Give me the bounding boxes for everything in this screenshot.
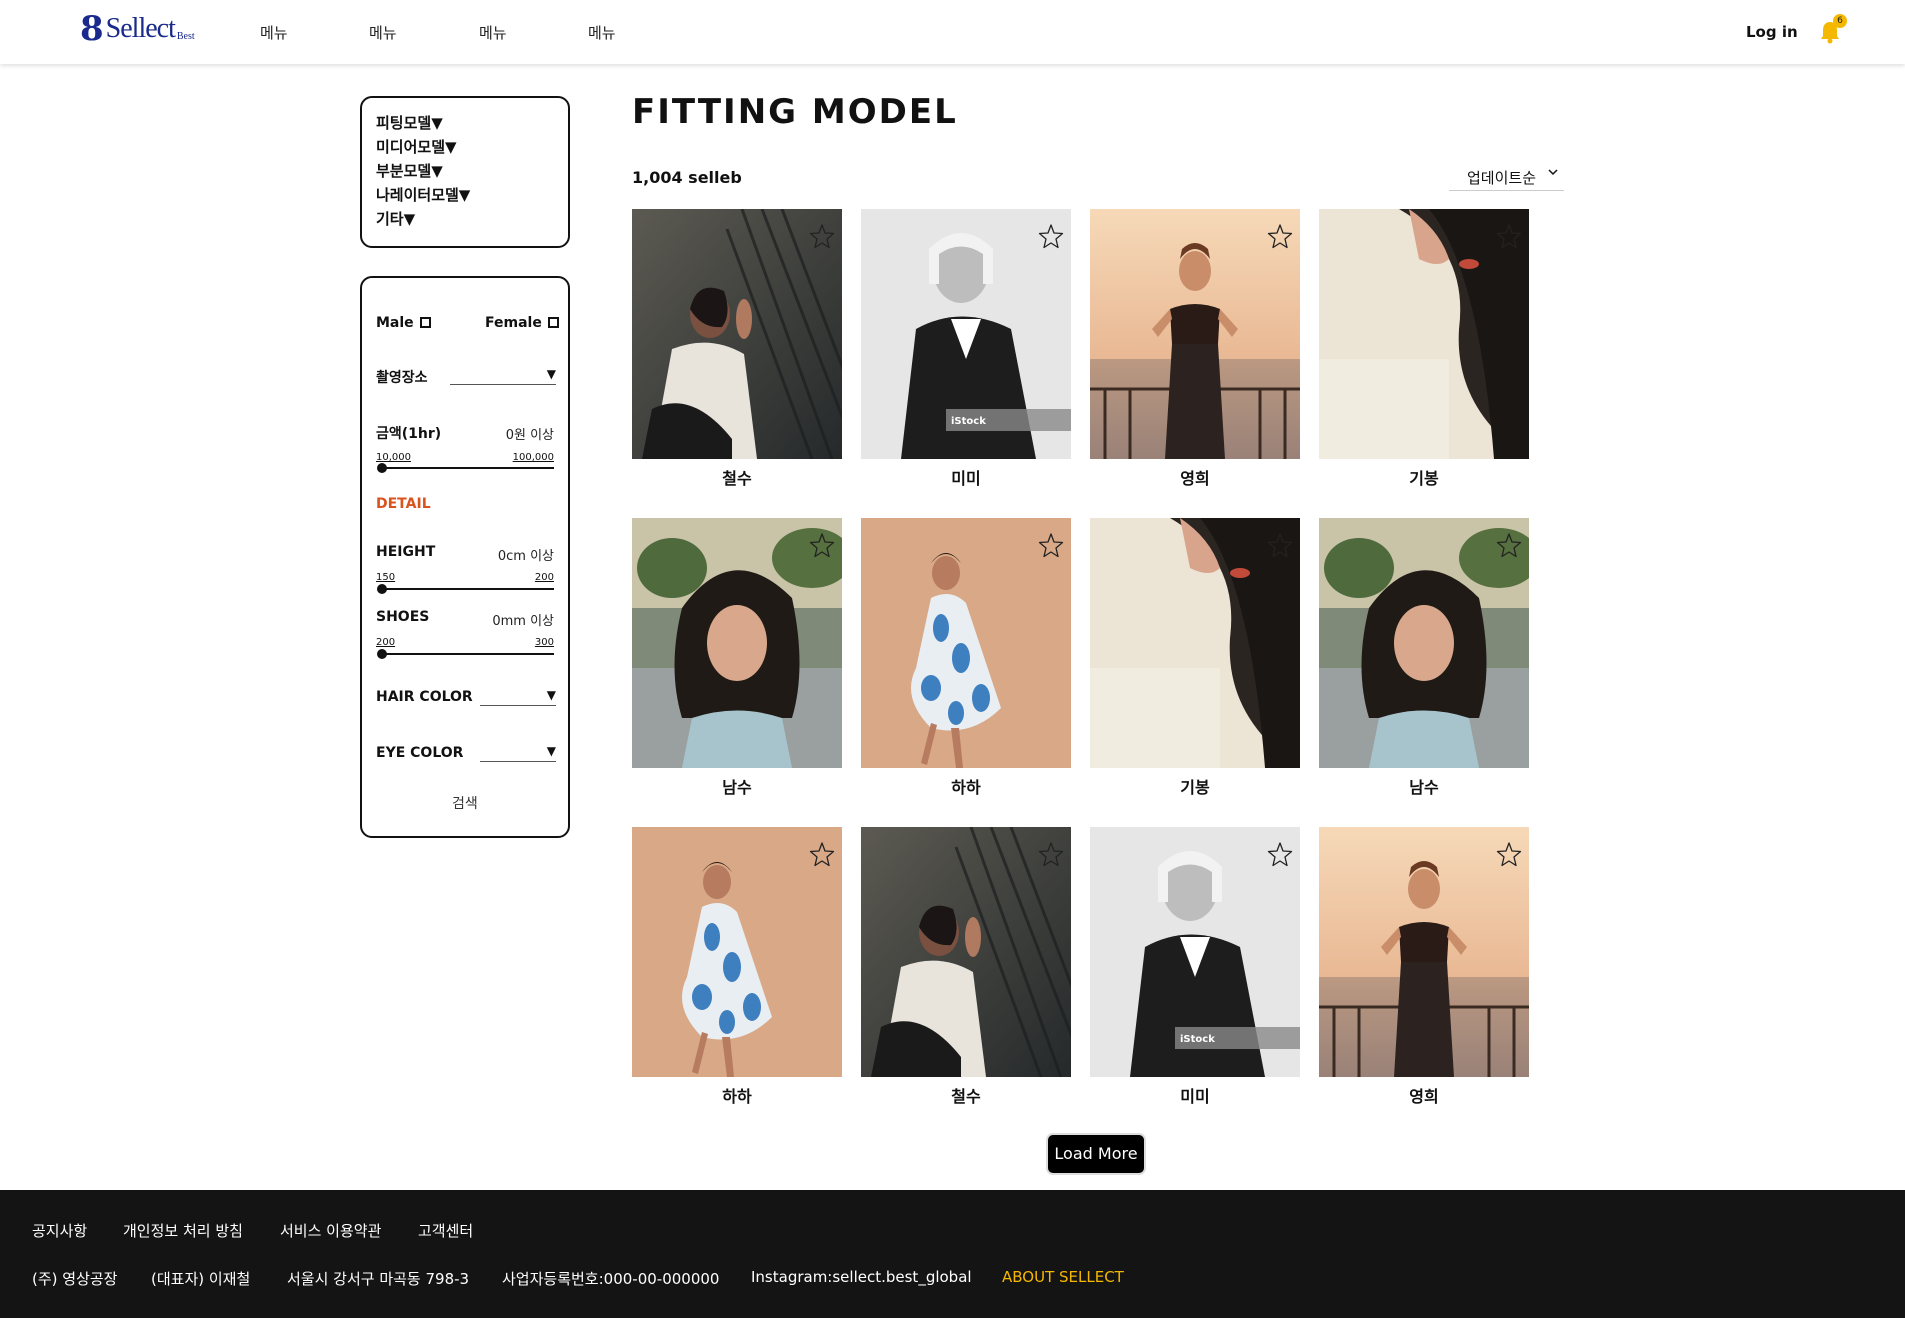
login-link[interactable]: Log in	[1746, 23, 1798, 41]
dropdown-arrow-icon: ▼	[546, 744, 556, 758]
top-header: 8 Sellect Best 메뉴 메뉴 메뉴 메뉴 Log in 6	[0, 0, 1905, 64]
favorite-star-icon[interactable]	[809, 223, 835, 249]
shoes-max: 300	[534, 637, 554, 648]
nav-menu-3[interactable]: 메뉴	[479, 22, 507, 43]
eye-color-label: EYE COLOR	[376, 745, 464, 761]
model-name[interactable]: 기봉	[1090, 774, 1300, 798]
dropdown-arrow-icon: ▼	[546, 367, 556, 381]
slider-handle[interactable]	[377, 649, 387, 659]
shoes-value: 0mm 이상	[492, 614, 554, 629]
logo-sub: Best	[176, 31, 195, 42]
svg-text:iStock: iStock	[1180, 1034, 1215, 1045]
favorite-star-icon[interactable]	[1267, 532, 1293, 558]
category-menu: 피팅모델▼ 미디어모델▼ 부분모델▼ 나레이터모델▼ 기타▼	[360, 96, 570, 248]
model-name[interactable]: 영희	[1090, 465, 1300, 489]
notification-badge: 6	[1833, 14, 1847, 28]
footer-support-link[interactable]: 고객센터	[418, 1220, 473, 1241]
slider-track	[378, 653, 554, 655]
logo[interactable]: 8 Sellect Best	[80, 9, 195, 49]
chevron-down-icon	[1548, 169, 1558, 176]
nav-menu-4[interactable]: 메뉴	[588, 22, 616, 43]
favorite-star-icon[interactable]	[1267, 223, 1293, 249]
sort-label: 업데이트순	[1467, 169, 1537, 187]
male-checkbox[interactable]	[419, 317, 431, 328]
sort-dropdown[interactable]: 업데이트순	[1449, 163, 1564, 191]
female-label: Female	[485, 315, 542, 331]
location-label: 촬영장소	[376, 370, 428, 386]
favorite-star-icon[interactable]	[1496, 223, 1522, 249]
category-part-model[interactable]: 부분모델▼	[376, 159, 554, 183]
male-filter[interactable]: Male	[376, 312, 431, 331]
slider-handle[interactable]	[377, 463, 387, 473]
favorite-star-icon[interactable]	[1038, 223, 1064, 249]
price-slider[interactable]	[377, 462, 554, 474]
footer-about-link[interactable]: ABOUT SELLECT	[1002, 1268, 1124, 1286]
height-value: 0cm 이상	[497, 549, 554, 564]
footer-business-number: 사업자등록번호:000-00-000000	[502, 1270, 720, 1288]
slider-handle[interactable]	[377, 584, 387, 594]
dropdown-arrow-icon: ▼	[546, 688, 556, 702]
model-name[interactable]: 남수	[632, 774, 842, 798]
footer-ceo: (대표자) 이재철	[151, 1270, 251, 1288]
svg-text:iStock: iStock	[951, 416, 986, 427]
load-more-button[interactable]: Load More	[1048, 1135, 1144, 1173]
nav-menu-1[interactable]: 메뉴	[260, 22, 288, 43]
nav-menu-2[interactable]: 메뉴	[369, 22, 397, 43]
model-name[interactable]: 철수	[632, 465, 842, 489]
category-media-model[interactable]: 미디어모델▼	[376, 135, 554, 159]
search-button[interactable]: 검색	[452, 793, 478, 813]
favorite-star-icon[interactable]	[1496, 532, 1522, 558]
location-select[interactable]: ▼	[450, 367, 556, 385]
slider-track	[378, 588, 554, 590]
favorite-star-icon[interactable]	[1267, 841, 1293, 867]
footer-instagram: Instagram:sellect.best_global	[751, 1268, 972, 1286]
model-name[interactable]: 철수	[861, 1083, 1071, 1107]
category-fitting-model[interactable]: 피팅모델▼	[376, 111, 554, 135]
slider-track	[378, 467, 554, 469]
page-title: FITTING MODEL	[632, 92, 958, 132]
female-filter[interactable]: Female	[485, 312, 559, 331]
price-value: 0원 이상	[505, 428, 554, 443]
male-label: Male	[376, 315, 414, 331]
model-name[interactable]: 하하	[632, 1083, 842, 1107]
female-checkbox[interactable]	[547, 317, 559, 328]
category-narrator-model[interactable]: 나레이터모델▼	[376, 183, 554, 207]
favorite-star-icon[interactable]	[809, 841, 835, 867]
footer-notice-link[interactable]: 공지사항	[32, 1220, 87, 1241]
result-count: 1,004 selleb	[632, 168, 742, 187]
favorite-star-icon[interactable]	[1496, 841, 1522, 867]
footer-terms-link[interactable]: 서비스 이용약관	[280, 1220, 381, 1241]
height-max: 200	[534, 572, 554, 583]
footer-address: 서울시 강서구 마곡동 798-3	[287, 1270, 470, 1288]
height-label: HEIGHT	[376, 544, 436, 560]
price-label: 금액(1hr)	[376, 426, 442, 442]
model-name[interactable]: 미미	[1090, 1083, 1300, 1107]
eye-color-select[interactable]: ▼	[480, 744, 556, 762]
model-name[interactable]: 남수	[1319, 774, 1529, 798]
height-slider[interactable]	[377, 583, 554, 595]
favorite-star-icon[interactable]	[1038, 532, 1064, 558]
hair-color-select[interactable]: ▼	[480, 688, 556, 706]
shoes-label: SHOES	[376, 609, 430, 625]
shoes-min: 200	[376, 637, 396, 648]
hair-color-label: HAIR COLOR	[376, 689, 473, 705]
shoes-slider[interactable]	[377, 648, 554, 660]
height-min: 150	[376, 572, 396, 583]
model-name[interactable]: 영희	[1319, 1083, 1529, 1107]
model-name[interactable]: 기봉	[1319, 465, 1529, 489]
detail-heading: DETAIL	[376, 496, 431, 512]
footer: 공지사항 개인정보 처리 방침 서비스 이용약관 고객센터 (주) 영상공장 (…	[0, 1190, 1905, 1318]
logo-text: Sellect	[105, 13, 176, 44]
favorite-star-icon[interactable]	[1038, 841, 1064, 867]
logo-mark: 8	[80, 9, 104, 49]
favorite-star-icon[interactable]	[809, 532, 835, 558]
model-name[interactable]: 미미	[861, 465, 1071, 489]
filter-panel: Male Female 촬영장소 ▼ 금액(1hr) 0원 이상 10,000 …	[360, 276, 570, 838]
category-etc[interactable]: 기타▼	[376, 207, 554, 231]
model-name[interactable]: 하하	[861, 774, 1071, 798]
footer-company: (주) 영상공장	[32, 1270, 118, 1288]
footer-privacy-link[interactable]: 개인정보 처리 방침	[123, 1220, 243, 1241]
